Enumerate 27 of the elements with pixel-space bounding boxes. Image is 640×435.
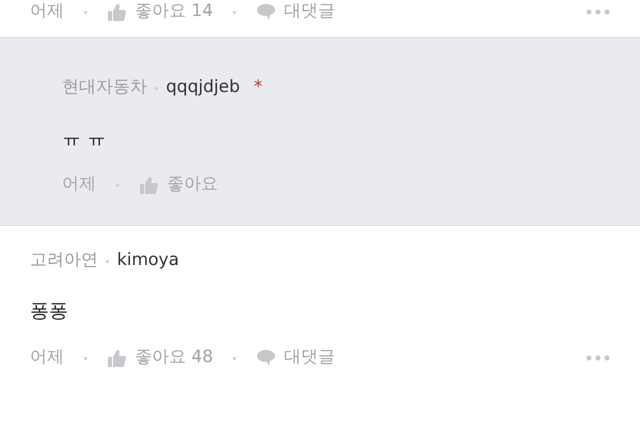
reply-button[interactable]: 대댓글: [256, 0, 336, 25]
comment-text: ㅠ ㅠ: [62, 126, 108, 151]
separator-dot: [84, 356, 87, 360]
timestamp: 어제: [30, 346, 64, 370]
separator-dot: [106, 260, 109, 262]
separator-dot: [233, 356, 236, 360]
like-button[interactable]: 좋아요 48: [107, 345, 214, 371]
author-name: qqqjdjeb: [166, 76, 240, 100]
thumbs-up-icon: [107, 348, 127, 368]
separator-dot: [84, 10, 87, 14]
company-name: 고려아연: [30, 249, 98, 272]
timestamp: 어제: [62, 173, 96, 196]
speech-bubble-icon: [256, 349, 276, 367]
like-button[interactable]: 좋아요: [139, 172, 218, 198]
thumbs-up-icon: [139, 176, 159, 194]
thumbs-up-icon: [107, 2, 127, 22]
author-mark: *: [254, 76, 262, 100]
more-icon[interactable]: [586, 9, 610, 15]
author-name: kimoya: [117, 249, 180, 272]
more-icon[interactable]: [586, 355, 610, 361]
like-button[interactable]: 좋아요 14: [107, 0, 214, 25]
timestamp: 어제: [30, 0, 64, 24]
speech-bubble-icon: [256, 3, 276, 21]
comment-text: 퐁퐁: [30, 298, 69, 324]
reply-button[interactable]: 대댓글: [256, 345, 336, 371]
company-name: 현대자동차: [62, 76, 147, 100]
separator-dot: [233, 10, 236, 14]
